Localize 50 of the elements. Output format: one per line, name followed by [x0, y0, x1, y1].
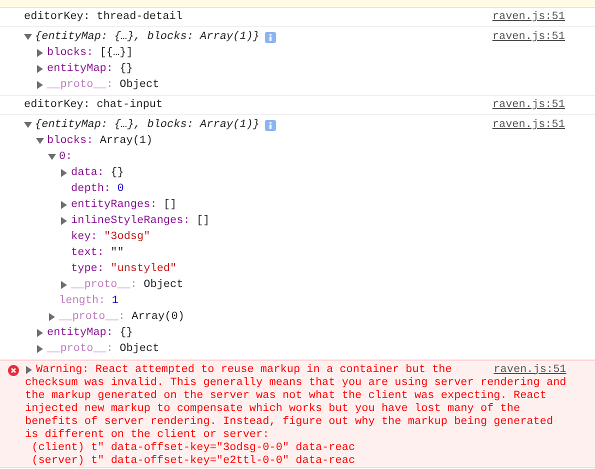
error-message-line: (client) t" data-offset-key="3odsg-0-0" data-reac	[30, 440, 356, 455]
expand-triangle-icon[interactable]	[48, 313, 56, 321]
error-message-line: checksum was invalid. This generally means that you are using server rendering and	[25, 376, 566, 390]
expand-triangle-icon[interactable]	[36, 81, 44, 89]
property-text: __proto__: Object	[47, 78, 160, 93]
property-text: text: ""	[71, 246, 124, 261]
property-text: __proto__: Object	[47, 342, 160, 357]
error-message-line: (server) t" data-offset-key="e2ttl-0-0" data-reac	[30, 454, 356, 468]
error-message-line: benefits of server rendering. Instead, figure out why the markup being generated	[25, 414, 554, 429]
source-link[interactable]: raven.js:51	[476, 29, 565, 45]
property-text: __proto__: Array(0)	[59, 310, 184, 325]
source-link[interactable]: raven.js:51	[476, 97, 565, 113]
collapse-triangle-icon[interactable]	[24, 33, 32, 41]
expand-triangle-icon[interactable]	[36, 345, 44, 353]
source-link[interactable]: raven.js:51	[476, 9, 565, 25]
property-text: blocks: Array(1)	[47, 134, 153, 149]
expand-triangle-icon[interactable]	[25, 366, 33, 374]
property-text: depth: 0	[71, 182, 124, 197]
source-link[interactable]: raven.js:51	[476, 117, 565, 133]
error-message-line: is different on the client or server:	[25, 428, 270, 442]
property-text: length: 1	[59, 294, 118, 309]
expand-triangle-icon[interactable]	[60, 201, 68, 209]
log-message: editorKey: thread-detail	[24, 10, 182, 25]
error-icon	[8, 365, 19, 376]
collapse-triangle-icon[interactable]	[48, 153, 56, 161]
expand-triangle-icon[interactable]	[60, 281, 68, 289]
expand-triangle-icon[interactable]	[36, 49, 44, 57]
log-message: editorKey: chat-input	[24, 98, 163, 113]
expand-triangle-icon[interactable]	[36, 65, 44, 73]
property-text: entityMap: {}	[47, 326, 133, 341]
object-summary: {entityMap: {…}, blocks: Array(1)}	[35, 30, 260, 45]
property-text: 0:	[59, 150, 72, 165]
expand-triangle-icon[interactable]	[60, 217, 68, 225]
collapse-triangle-icon[interactable]	[24, 121, 32, 129]
property-text: entityRanges: []	[71, 198, 177, 213]
property-text: data: {}	[71, 166, 124, 181]
expand-triangle-icon[interactable]	[36, 329, 44, 337]
property-text: key: "3odsg"	[71, 230, 150, 245]
property-text: __proto__: Object	[71, 278, 184, 293]
error-message-line: the markup generated on the server was not what the client was expecting. React	[25, 388, 546, 403]
error-message-line: injected new markup to compensate which works but you have lost many of the	[25, 402, 520, 416]
source-link[interactable]: raven.js:51	[478, 362, 566, 378]
object-summary: {entityMap: {…}, blocks: Array(1)}	[35, 118, 260, 133]
error-message-line: Warning: React attempted to reuse markup in a container but the	[36, 362, 452, 377]
property-text: inlineStyleRanges: []	[71, 214, 210, 229]
property-text: type: "unstyled"	[71, 262, 177, 277]
property-text: entityMap: {}	[47, 62, 133, 77]
collapse-triangle-icon[interactable]	[36, 137, 44, 145]
property-text: blocks: [{…}]	[47, 46, 133, 61]
expand-triangle-icon[interactable]	[60, 169, 68, 177]
